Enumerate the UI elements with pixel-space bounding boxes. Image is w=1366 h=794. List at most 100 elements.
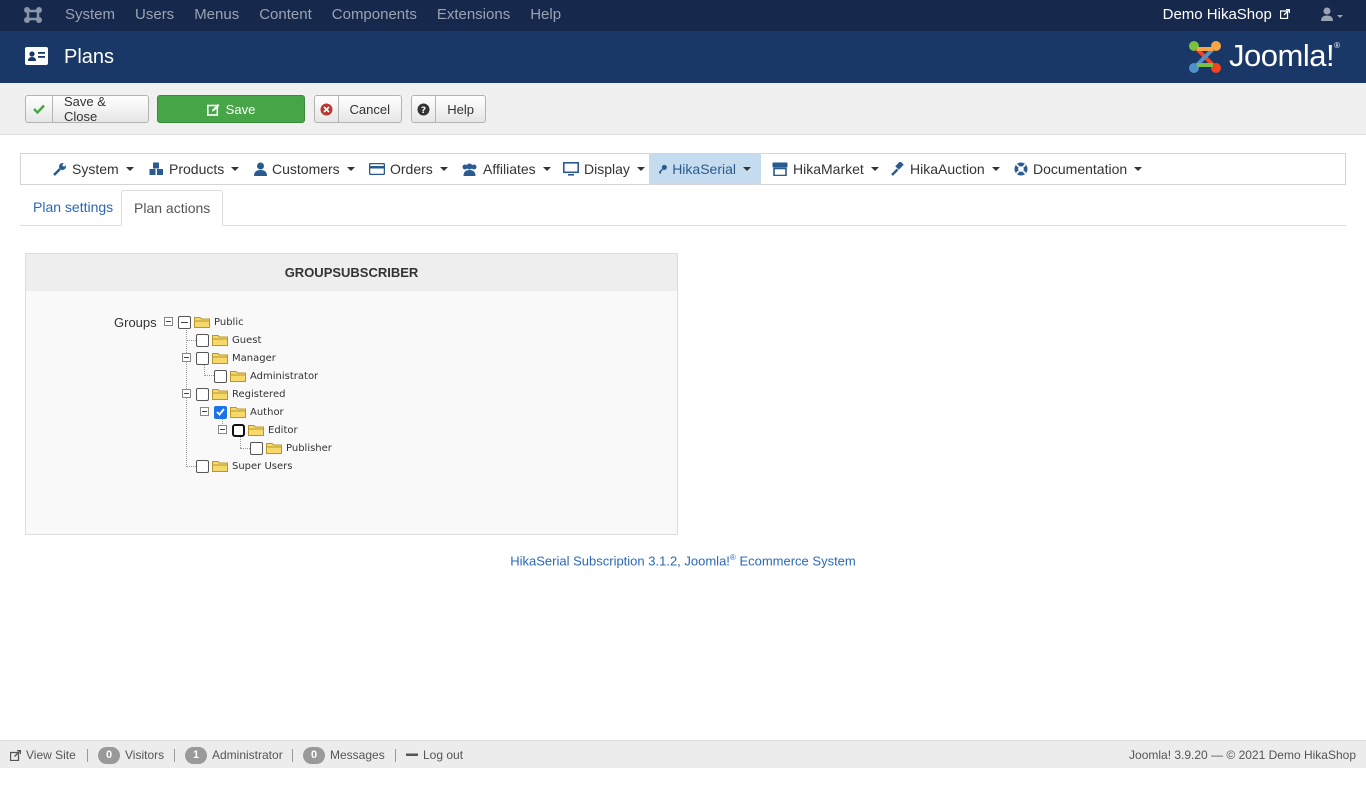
admin-top-navbar: System Users Menus Content Components Ex… — [0, 0, 1366, 31]
group-checkbox-checked[interactable] — [214, 405, 227, 419]
tree-node-label: Publisher — [286, 442, 332, 454]
menu-hikaauction[interactable]: HikaAuction — [881, 154, 1010, 184]
topnav-components[interactable]: Components — [332, 0, 417, 31]
group-checkbox[interactable] — [196, 333, 209, 347]
copyright: — © 2021 Demo HikaShop — [1211, 748, 1356, 762]
save-button[interactable]: Save — [157, 95, 305, 123]
cubes-icon — [149, 162, 163, 175]
tab-plan-actions[interactable]: Plan actions — [121, 190, 224, 226]
site-name: Demo HikaShop — [1162, 6, 1272, 23]
group-checkbox[interactable] — [214, 369, 227, 383]
tree-node-label: Administrator — [250, 370, 319, 382]
messages-label: Messages — [330, 748, 385, 762]
topnav-content[interactable]: Content — [259, 0, 312, 31]
menu-documentation[interactable]: Documentation — [1004, 154, 1152, 184]
tab-plan-settings[interactable]: Plan settings — [21, 190, 125, 226]
checkmark-icon — [216, 408, 225, 416]
cancel-label: Cancel — [349, 101, 390, 117]
help-button[interactable]: ? Help — [411, 95, 486, 123]
folder-icon — [266, 443, 282, 454]
groups-tree: Public Guest Manager Administrator Regis… — [160, 312, 560, 482]
caret-down-icon — [991, 167, 1000, 171]
tree-node-administrator[interactable]: Administrator — [214, 367, 318, 385]
topnav-users[interactable]: Users — [135, 0, 174, 31]
visitors-label: Visitors — [125, 748, 165, 762]
folder-icon — [212, 461, 228, 472]
admins-label: Administrator — [212, 748, 283, 762]
menu-hikaserial[interactable]: HikaSerial — [649, 154, 761, 184]
menu-products-label: Products — [169, 161, 225, 177]
caret-down-icon — [439, 167, 448, 171]
credit-card-icon — [369, 163, 385, 175]
visitors-status[interactable]: 0 Visitors — [98, 741, 164, 769]
topnav-system[interactable]: System — [65, 0, 115, 31]
credit-text: HikaSerial Subscription 3.1.2, Joomla! — [510, 553, 730, 569]
group-checkbox-focused[interactable] — [232, 423, 245, 437]
caret-down-icon — [346, 167, 355, 171]
group-checkbox[interactable] — [196, 351, 209, 365]
logout-link[interactable]: Log out — [406, 741, 463, 769]
group-checkbox[interactable] — [178, 315, 191, 329]
group-checkbox[interactable] — [196, 459, 209, 473]
tree-node-label: Author — [250, 406, 284, 418]
menu-hikamarket[interactable]: HikaMarket — [762, 154, 889, 184]
menu-affiliates[interactable]: Affiliates — [451, 154, 561, 184]
user-menu-icon[interactable] — [1320, 6, 1344, 24]
messages-badge: 0 — [303, 746, 325, 764]
monitor-icon — [563, 162, 579, 176]
cancel-button[interactable]: Cancel — [314, 95, 402, 123]
caret-down-icon — [231, 167, 240, 171]
tree-node-publisher[interactable]: Publisher — [250, 439, 332, 457]
topnav-extensions[interactable]: Extensions — [437, 0, 510, 31]
folder-icon — [230, 371, 246, 382]
joomla-registered-mark: ® — [1334, 40, 1340, 50]
joomla-logo-icon[interactable] — [22, 5, 44, 25]
tree-node-public[interactable]: Public — [178, 313, 244, 331]
site-link[interactable]: Demo HikaShop — [1163, 0, 1290, 30]
folder-icon — [194, 317, 210, 328]
tree-collapse-toggle[interactable] — [218, 425, 227, 434]
joomla-brand-icon — [1189, 41, 1222, 73]
credit-link[interactable]: HikaSerial Subscription 3.1.2, Joomla!® … — [0, 553, 1366, 568]
tree-node-registered[interactable]: Registered — [196, 385, 285, 403]
view-site-link[interactable]: View Site — [10, 741, 76, 769]
save-close-button[interactable]: Save & Close — [25, 94, 149, 124]
administrator-status[interactable]: 1 Administrator — [185, 741, 283, 769]
group-checkbox[interactable] — [196, 387, 209, 401]
external-link-icon — [1280, 9, 1290, 19]
cancel-circle-icon — [315, 96, 339, 122]
tree-node-manager[interactable]: Manager — [196, 349, 276, 367]
tree-collapse-toggle[interactable] — [182, 389, 191, 398]
topnav-help[interactable]: Help — [530, 0, 561, 31]
menu-system[interactable]: System — [43, 154, 144, 184]
tree-collapse-toggle[interactable] — [200, 407, 209, 416]
tree-collapse-toggle[interactable] — [164, 317, 173, 326]
folder-icon — [248, 425, 264, 436]
tree-node-editor[interactable]: Editor — [232, 421, 298, 439]
menu-hikamarket-label: HikaMarket — [793, 161, 864, 177]
tree-node-label: Editor — [268, 424, 298, 436]
topnav-menus[interactable]: Menus — [194, 0, 239, 31]
messages-status[interactable]: 0 Messages — [303, 741, 385, 769]
tree-collapse-toggle[interactable] — [182, 353, 191, 362]
tree-node-label: Super Users — [232, 460, 293, 472]
users-icon — [462, 163, 477, 176]
logout-label: Log out — [423, 748, 464, 762]
menu-products[interactable]: Products — [139, 154, 249, 184]
menu-customers[interactable]: Customers — [244, 154, 365, 184]
tree-node-guest[interactable]: Guest — [196, 331, 261, 349]
plan-tabs: Plan settings Plan actions — [20, 190, 1346, 226]
divider — [292, 749, 293, 762]
menu-orders[interactable]: Orders — [359, 154, 458, 184]
group-checkbox[interactable] — [250, 441, 263, 455]
folder-icon — [230, 407, 246, 418]
caret-down-icon — [542, 167, 551, 171]
save-close-label: Save & Close — [63, 94, 106, 124]
tree-node-author[interactable]: Author — [214, 403, 284, 421]
svg-text:?: ? — [421, 106, 426, 116]
caret-down-icon — [743, 167, 751, 171]
visitors-badge: 0 — [98, 746, 120, 764]
divider — [87, 749, 88, 762]
tree-node-super-users[interactable]: Super Users — [196, 457, 292, 475]
menu-display[interactable]: Display — [553, 154, 655, 184]
